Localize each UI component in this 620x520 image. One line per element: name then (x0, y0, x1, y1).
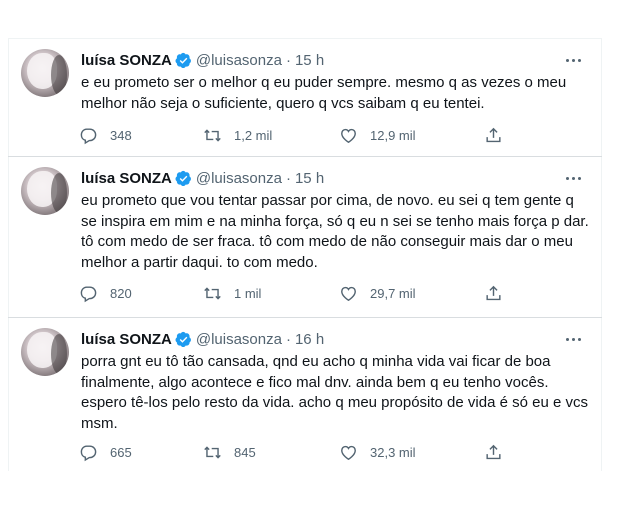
retweet-icon (204, 445, 221, 459)
avatar[interactable] (21, 328, 69, 376)
share-icon (486, 127, 501, 142)
tweet-text: e eu prometo ser o melhor q eu puder sem… (81, 74, 567, 112)
reply-icon (80, 127, 97, 144)
reply-button[interactable]: 820 (79, 283, 132, 303)
tweet[interactable]: luísa SONZA @luisasonza · 15 h eu promet… (8, 157, 602, 317)
author-name[interactable]: luísa SONZA (81, 331, 172, 348)
retweet-button[interactable]: 845 (203, 442, 256, 462)
tweet-actions: 820 1 mil 29,7 mil (79, 283, 519, 303)
like-icon (341, 445, 356, 460)
separator-dot: · (285, 330, 291, 348)
retweet-count: 845 (234, 444, 256, 460)
share-button[interactable] (484, 283, 503, 303)
avatar[interactable] (21, 49, 69, 97)
author-handle[interactable]: @luisasonza (196, 170, 282, 187)
reply-count: 665 (110, 444, 132, 460)
like-count: 32,3 mil (370, 444, 416, 460)
tweet-text: porra gnt eu tô tão cansada, qnd eu acho… (81, 353, 588, 432)
tweet-header: luísa SONZA @luisasonza · 16 h (81, 329, 591, 349)
author-name[interactable]: luísa SONZA (81, 52, 172, 69)
share-button[interactable] (484, 125, 503, 145)
tweet[interactable]: luísa SONZA @luisasonza · 15 h e eu prom… (8, 38, 602, 156)
tweet-header: luísa SONZA @luisasonza · 15 h (81, 168, 591, 188)
reply-icon (80, 444, 97, 461)
retweet-button[interactable]: 1,2 mil (203, 125, 272, 145)
tweet-header: luísa SONZA @luisasonza · 15 h (81, 50, 591, 70)
like-button[interactable]: 12,9 mil (339, 125, 416, 145)
author-name[interactable]: luísa SONZA (81, 170, 172, 187)
more-icon[interactable] (559, 329, 587, 349)
tweet-time[interactable]: 15 h (295, 170, 324, 187)
share-icon (486, 444, 501, 459)
more-icon[interactable] (559, 50, 587, 70)
like-icon (341, 128, 356, 143)
avatar[interactable] (21, 167, 69, 215)
like-button[interactable]: 32,3 mil (339, 442, 416, 462)
reply-button[interactable]: 665 (79, 442, 132, 462)
reply-button[interactable]: 348 (79, 125, 132, 145)
tweet-time[interactable]: 16 h (295, 331, 324, 348)
reply-icon (80, 285, 97, 302)
like-count: 12,9 mil (370, 127, 416, 143)
verified-badge-icon (175, 170, 191, 186)
tweet-actions: 348 1,2 mil 12,9 mil (79, 125, 519, 145)
like-icon (341, 286, 356, 301)
retweet-count: 1 mil (234, 285, 262, 301)
reply-count: 820 (110, 285, 132, 301)
reply-count: 348 (110, 127, 132, 143)
separator-dot: · (285, 51, 291, 69)
more-icon[interactable] (559, 168, 587, 188)
tweet[interactable]: luísa SONZA @luisasonza · 16 h porra gnt… (8, 318, 602, 471)
tweet-time[interactable]: 15 h (295, 52, 324, 69)
verified-badge-icon (175, 52, 191, 68)
author-handle[interactable]: @luisasonza (196, 331, 282, 348)
separator-dot: · (285, 169, 291, 187)
share-icon (486, 285, 501, 300)
retweet-button[interactable]: 1 mil (203, 283, 261, 303)
retweet-icon (204, 128, 221, 142)
like-button[interactable]: 29,7 mil (339, 283, 416, 303)
verified-badge-icon (175, 331, 191, 347)
share-button[interactable] (484, 442, 503, 462)
author-handle[interactable]: @luisasonza (196, 52, 282, 69)
tweet-text: eu prometo que vou tentar passar por cim… (81, 192, 589, 271)
like-count: 29,7 mil (370, 285, 416, 301)
retweet-icon (204, 286, 221, 300)
retweet-count: 1,2 mil (234, 127, 273, 143)
tweet-actions: 665 845 32,3 mil (79, 442, 519, 462)
